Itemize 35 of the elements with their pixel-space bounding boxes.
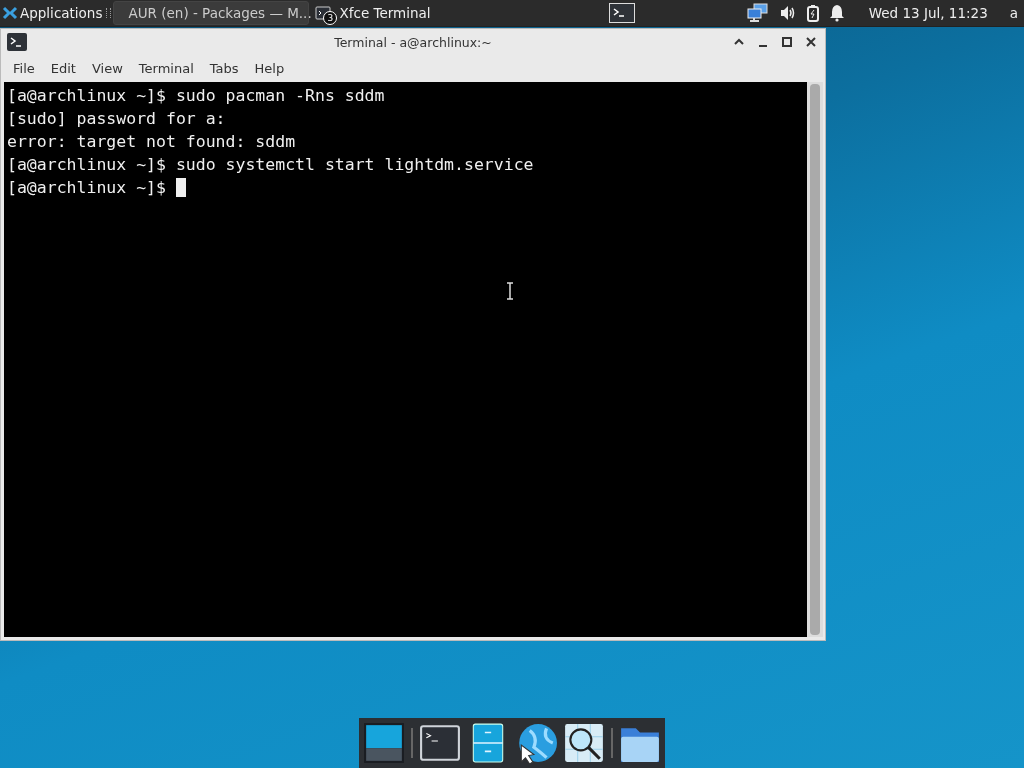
maximize-icon[interactable] <box>781 36 793 48</box>
menu-item[interactable]: Edit <box>42 61 84 76</box>
i-beam-cursor-icon <box>506 282 514 300</box>
handle-icon <box>106 8 112 18</box>
volume-icon[interactable] <box>778 5 797 21</box>
notification-bell-icon[interactable] <box>828 4 845 22</box>
terminal-line: [a@archlinux ~]$ <box>7 177 167 199</box>
terminal-icon <box>315 5 332 21</box>
terminal-line: error: target not found: sddm <box>7 131 296 153</box>
terminal-output[interactable]: [a@archlinux ~]$ sudo pacman -Rns sddm [sudo] password for a: error: target not found: sddm [a@archlinux ~]$ sudo systemctl start lightdm.service [a@archlinux ~]$ <box>4 82 807 637</box>
app-menu-icon <box>2 5 18 21</box>
menu-item[interactable]: View <box>83 61 131 76</box>
terminal-icon[interactable] <box>419 722 461 764</box>
terminal-icon <box>608 3 635 23</box>
terminal-line: [sudo] password for a: <box>7 108 226 130</box>
menu-item[interactable]: Tabs <box>201 61 247 76</box>
menu-item[interactable]: File <box>5 61 43 76</box>
show-desktop-icon[interactable] <box>363 722 405 764</box>
clock[interactable]: Wed 13 Jul, 11:23 <box>868 5 988 21</box>
battery-icon[interactable] <box>806 4 819 22</box>
network-icon[interactable] <box>746 3 769 23</box>
workspace-button[interactable] <box>608 3 635 23</box>
search-icon[interactable] <box>563 722 605 764</box>
applications-menu[interactable]: Applications <box>0 0 105 26</box>
window-count-badge: 3 <box>323 11 338 25</box>
scrollbar[interactable] <box>807 82 823 637</box>
terminal-line: [a@archlinux ~]$ sudo systemctl start lightdm.service <box>7 154 534 176</box>
terminal-icon <box>7 33 27 51</box>
close-icon[interactable] <box>805 36 817 48</box>
menu-item[interactable]: Help <box>246 61 293 76</box>
terminal-line: [a@archlinux ~]$ sudo pacman -Rns sddm <box>7 85 385 107</box>
user-name[interactable]: a <box>1009 5 1018 21</box>
menu-item[interactable]: Terminal <box>130 61 202 76</box>
taskbar-button[interactable]: AUR (en) - Packages — M... <box>113 1 310 25</box>
window-title: Terminal - a@archlinux:~ <box>334 34 492 50</box>
